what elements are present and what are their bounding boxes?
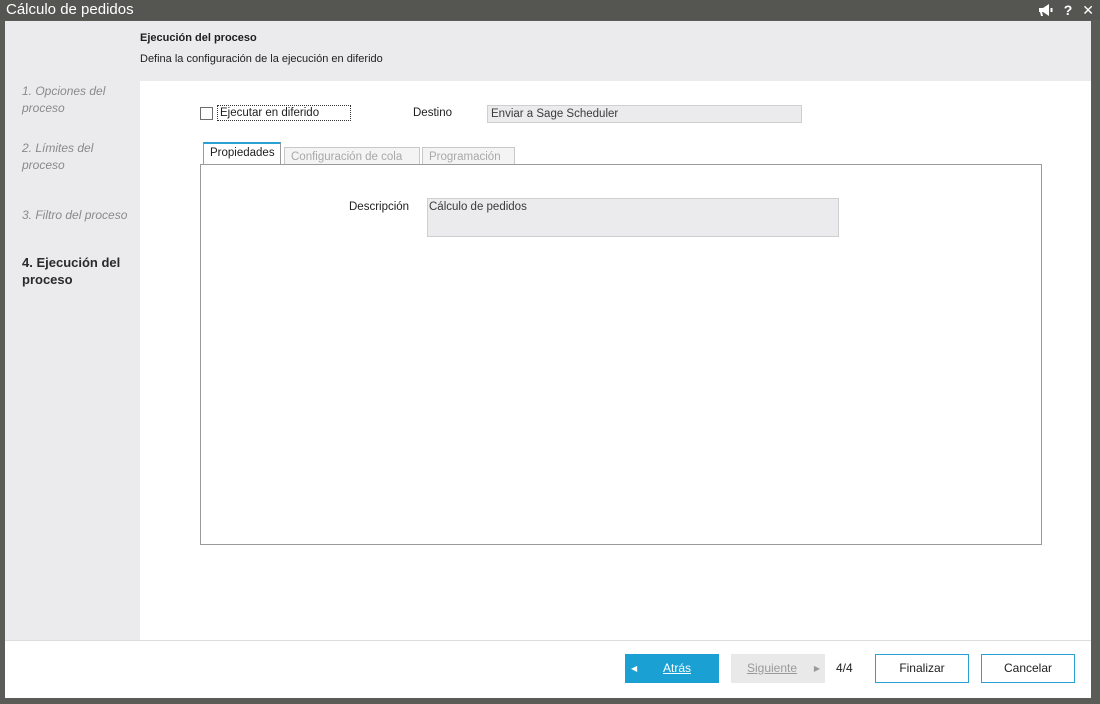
next-button-label: Siguiente xyxy=(746,661,798,675)
run-deferred-checkbox[interactable]: Ejecutar en diferido xyxy=(200,105,351,121)
dialog-window: Cálculo de pedidos ? ✕ 1. Opciones del p… xyxy=(0,0,1100,704)
chevron-left-icon: ◀ xyxy=(631,664,638,673)
chevron-right-icon: ▶ xyxy=(813,664,820,673)
tab-properties[interactable]: Propiedades xyxy=(203,142,281,164)
help-icon[interactable]: ? xyxy=(1064,2,1073,18)
announcement-icon[interactable] xyxy=(1038,3,1054,17)
page-subtitle: Defina la configuración de la ejecución … xyxy=(140,53,383,65)
title-bar: Cálculo de pedidos ? ✕ xyxy=(0,0,1100,20)
back-button[interactable]: ◀ Atrás xyxy=(625,654,719,683)
footer-divider xyxy=(5,640,1091,641)
finish-button[interactable]: Finalizar xyxy=(875,654,969,683)
title-bar-icons: ? ✕ xyxy=(1038,1,1094,19)
description-field: Cálculo de pedidos xyxy=(427,198,839,237)
back-button-label: Atrás xyxy=(662,661,691,675)
page-indicator: 4/4 xyxy=(836,661,853,675)
close-icon[interactable]: ✕ xyxy=(1082,2,1094,18)
window-title: Cálculo de pedidos xyxy=(6,1,134,18)
description-label: Descripción xyxy=(349,201,410,213)
step-header: Ejecución del proceso Defina la configur… xyxy=(140,21,1091,81)
step-process-execution[interactable]: 4. Ejecución del proceso xyxy=(22,254,137,288)
run-deferred-label[interactable]: Ejecutar en diferido xyxy=(217,105,351,121)
next-button: Siguiente ▶ xyxy=(731,654,825,683)
step-process-limits[interactable]: 2. Límites del proceso xyxy=(22,140,137,174)
tab-scheduling: Programación xyxy=(422,147,515,165)
page-title: Ejecución del proceso xyxy=(140,32,257,44)
cancel-button[interactable]: Cancelar xyxy=(981,654,1075,683)
destination-label: Destino xyxy=(413,107,452,119)
step-process-filter[interactable]: 3. Filtro del proceso xyxy=(22,207,137,224)
checkbox-box[interactable] xyxy=(200,106,213,120)
dialog-content: 1. Opciones del proceso 2. Límites del p… xyxy=(5,21,1091,698)
step-process-options[interactable]: 1. Opciones del proceso xyxy=(22,83,137,117)
wizard-steps-sidebar: 1. Opciones del proceso 2. Límites del p… xyxy=(5,21,140,640)
tab-queue-configuration: Configuración de cola xyxy=(284,147,420,165)
destination-field: Enviar a Sage Scheduler xyxy=(487,105,802,123)
